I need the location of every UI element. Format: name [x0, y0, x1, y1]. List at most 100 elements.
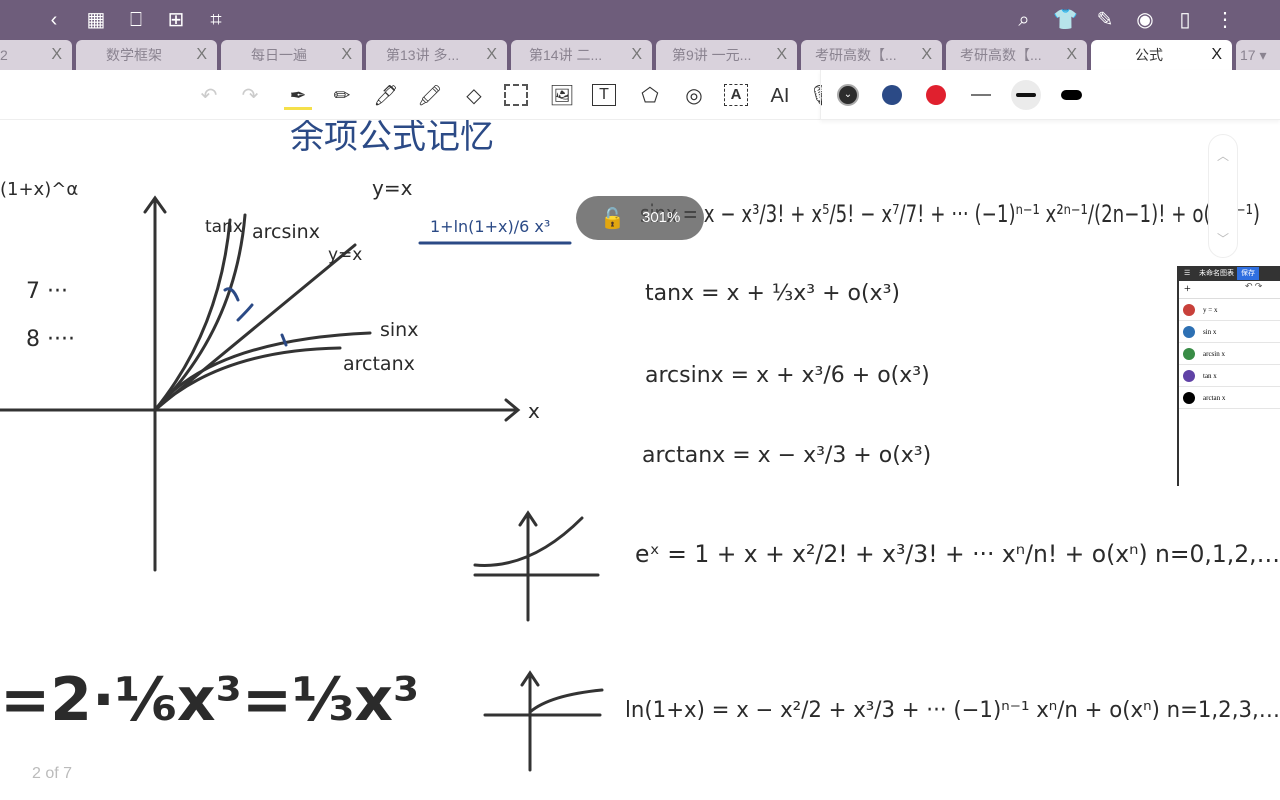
- close-icon[interactable]: X: [1211, 40, 1222, 70]
- text-box-icon[interactable]: T: [592, 84, 616, 106]
- ln-sketch: [483, 670, 604, 772]
- menu-icon[interactable]: ☰: [1184, 266, 1190, 281]
- color-swatch-red[interactable]: [926, 85, 946, 105]
- zoom-lock-indicator[interactable]: 🔓 301%: [576, 196, 704, 240]
- crop-icon[interactable]: ⌗: [204, 8, 228, 32]
- formula-arctan: arctanx = x − x³/3 + o(x³): [642, 443, 931, 468]
- highlighter-icon[interactable]: 🖍: [416, 82, 444, 110]
- angle-marks: [223, 287, 288, 347]
- tab[interactable]: 第13讲 多... X: [366, 40, 507, 70]
- stroke-thin[interactable]: [971, 94, 991, 96]
- function-row[interactable]: arcsin x: [1179, 343, 1280, 365]
- eraser-icon[interactable]: ◇: [460, 82, 488, 110]
- stroke-thick[interactable]: [1061, 90, 1082, 100]
- redo-icon[interactable]: ↷: [236, 82, 264, 110]
- function-row[interactable]: sin x: [1179, 321, 1280, 343]
- tab[interactable]: 每日一遍 X: [221, 40, 362, 70]
- tab-label: 每日一遍: [251, 47, 307, 63]
- fountain-pen-icon[interactable]: ✒: [284, 82, 312, 110]
- label-sin: sinx: [380, 319, 418, 341]
- pen-edit-icon[interactable]: ✎: [1093, 8, 1117, 32]
- function-row[interactable]: arctan x: [1179, 387, 1280, 409]
- close-icon[interactable]: X: [341, 40, 352, 70]
- label-tan: tanx: [205, 217, 243, 237]
- tab[interactable]: 第14讲 二... X: [511, 40, 652, 70]
- stroke-medium-selected[interactable]: [1011, 80, 1041, 110]
- add-expression-button[interactable]: +: [1184, 281, 1191, 295]
- function-color-icon[interactable]: [1183, 304, 1195, 316]
- pencil-icon[interactable]: ✏: [328, 82, 356, 110]
- tape-icon[interactable]: ◎: [680, 82, 708, 110]
- function-color-icon[interactable]: [1183, 370, 1195, 382]
- color-swatch-blue[interactable]: [882, 85, 902, 105]
- graph-toolbar: + ↶ ↷: [1179, 281, 1280, 299]
- add-page-icon[interactable]: ⊞: [164, 8, 188, 32]
- tab-label: 第14讲 二...: [529, 47, 603, 63]
- shapes-icon[interactable]: ⬠: [636, 82, 664, 110]
- function-color-icon[interactable]: [1183, 392, 1195, 404]
- formula-sin: sinx = x − x³/3! + x⁵/5! − x⁷/7! + ··· (…: [640, 200, 1260, 228]
- tab[interactable]: 2X: [0, 40, 72, 70]
- eye-icon[interactable]: ◉: [1133, 8, 1157, 32]
- note-binomial: (1+x)^α: [0, 179, 78, 200]
- tab-overflow[interactable]: 17 ▾: [1236, 40, 1280, 70]
- search-icon[interactable]: ⌕: [1012, 8, 1036, 32]
- close-icon[interactable]: X: [921, 40, 932, 70]
- back-icon[interactable]: ‹: [42, 8, 66, 32]
- shirt-icon[interactable]: 👕: [1053, 8, 1078, 32]
- save-button[interactable]: 保存: [1237, 267, 1259, 280]
- tab-label: 数学框架: [106, 47, 162, 63]
- function-color-icon[interactable]: [1183, 348, 1195, 360]
- grid-icon[interactable]: ▦: [84, 8, 108, 32]
- note-boxed: 1+ln(1+x)/6 x³: [430, 217, 550, 236]
- tab-label: 考研高数【...: [815, 47, 897, 63]
- tab[interactable]: 考研高数【... X: [946, 40, 1087, 70]
- tab-label: 17 ▾: [1240, 47, 1267, 63]
- label-yx: y=x: [328, 245, 362, 265]
- curve-y-eq-x: [153, 243, 357, 412]
- zoom-scroller[interactable]: ︿ ﹀: [1208, 134, 1238, 258]
- note-header: 余项公式记忆: [290, 120, 494, 157]
- label-x-axis: x: [528, 399, 540, 423]
- undo-icon[interactable]: ↶: [195, 82, 223, 110]
- note-y-eq-x: y=x: [372, 176, 413, 200]
- close-icon[interactable]: X: [486, 40, 497, 70]
- x-axis: [0, 398, 521, 422]
- tab[interactable]: 考研高数【... X: [801, 40, 942, 70]
- unlock-icon[interactable]: 🔓: [600, 206, 625, 231]
- chevron-up-icon[interactable]: ︿: [1209, 147, 1237, 164]
- formula-arcsin: arcsinx = x + x³/6 + o(x³): [645, 363, 930, 388]
- close-icon[interactable]: X: [631, 40, 642, 70]
- close-icon[interactable]: X: [196, 40, 207, 70]
- note-bottom-equation: =2·⅙x³=⅓x³: [0, 665, 419, 735]
- function-label: sin x: [1203, 328, 1217, 336]
- tab-label: 第13讲 多...: [386, 47, 460, 63]
- tab-active[interactable]: 公式 X: [1091, 40, 1232, 70]
- ai-icon[interactable]: AI: [766, 82, 794, 110]
- bookmark-icon[interactable]: ⎕: [124, 8, 148, 32]
- function-row[interactable]: y = x: [1179, 299, 1280, 321]
- function-row[interactable]: tan x: [1179, 365, 1280, 387]
- tab[interactable]: 第9讲 一元... X: [656, 40, 797, 70]
- zoom-level: 301%: [642, 209, 681, 226]
- function-label: tan x: [1203, 372, 1217, 380]
- document-icon[interactable]: ▯: [1173, 8, 1197, 32]
- close-icon[interactable]: X: [1066, 40, 1077, 70]
- close-icon[interactable]: X: [776, 40, 787, 70]
- ballpoint-pen-icon[interactable]: 🖊: [372, 82, 400, 110]
- close-icon[interactable]: X: [51, 40, 62, 70]
- color-swatch-black-selected[interactable]: ⌄: [837, 84, 859, 106]
- graph-title: 未命名图表: [1199, 269, 1234, 277]
- image-icon[interactable]: 🖼: [548, 82, 576, 110]
- graph-header: ☰ 未命名图表 保存: [1179, 266, 1280, 281]
- function-color-icon[interactable]: [1183, 326, 1195, 338]
- more-icon[interactable]: ⋮: [1213, 8, 1237, 32]
- formula-tan: tanx = x + ⅓x³ + o(x³): [645, 281, 900, 306]
- function-label: arcsin x: [1203, 350, 1225, 358]
- graph-widget[interactable]: ☰ 未命名图表 保存 + ↶ ↷ y = x sin x arcsin x tan x…: [1177, 266, 1280, 486]
- undo-icon[interactable]: ↶ ↷: [1245, 281, 1262, 292]
- tab[interactable]: 数学框架 X: [76, 40, 217, 70]
- lasso-select-icon[interactable]: [504, 84, 528, 106]
- chevron-down-icon[interactable]: ﹀: [1209, 230, 1237, 247]
- ocr-text-icon[interactable]: A: [724, 84, 748, 106]
